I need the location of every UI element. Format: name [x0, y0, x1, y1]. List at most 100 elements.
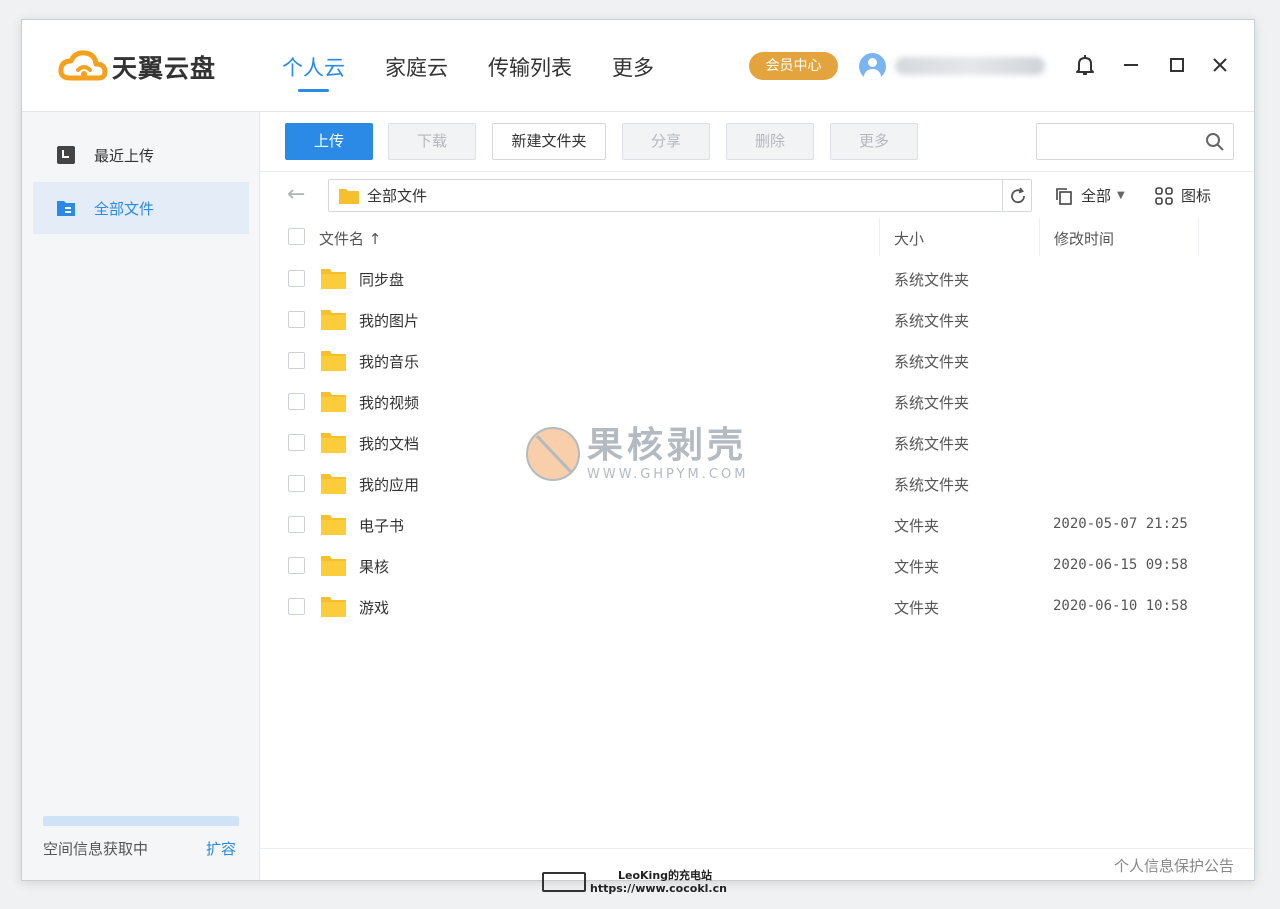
all-files-icon — [57, 201, 75, 216]
row-checkbox[interactable] — [288, 270, 305, 287]
watermark-logo-icon — [526, 427, 580, 481]
column-name-header[interactable]: 文件名 ↑ — [319, 228, 381, 249]
expand-storage-link[interactable]: 扩容 — [206, 838, 236, 859]
row-checkbox[interactable] — [288, 598, 305, 615]
folder-icon — [339, 188, 359, 204]
view-mode-toggle[interactable]: 图标 — [1155, 185, 1211, 206]
table-row[interactable]: 我的文档 系统文件夹 — [260, 422, 1254, 463]
select-all-checkbox[interactable] — [288, 228, 305, 245]
column-divider[interactable] — [879, 218, 880, 256]
file-type: 系统文件夹 — [894, 435, 970, 453]
row-checkbox[interactable] — [288, 311, 305, 328]
row-checkbox[interactable] — [288, 393, 305, 410]
table-row[interactable]: 游戏 文件夹 2020-06-10 10:58 — [260, 586, 1254, 627]
search-icon[interactable] — [1205, 132, 1225, 152]
file-name[interactable]: 同步盘 — [359, 269, 404, 290]
bell-icon[interactable] — [1070, 50, 1100, 80]
main-nav: 个人云 家庭云 传输列表 更多 — [282, 52, 694, 92]
grid-icon — [1155, 186, 1173, 205]
table-header: 文件名 ↑ 大小 修改时间 — [260, 218, 1254, 256]
file-name[interactable]: 我的应用 — [359, 474, 419, 495]
file-type: 文件夹 — [894, 599, 940, 617]
copy-icon — [1056, 187, 1072, 205]
file-name[interactable]: 我的图片 — [359, 310, 419, 331]
folder-icon — [321, 267, 346, 289]
new-folder-button[interactable]: 新建文件夹 — [492, 123, 606, 160]
refresh-icon[interactable] — [1002, 179, 1032, 212]
file-name[interactable]: 我的文档 — [359, 433, 419, 454]
watermark: 果核剥壳 WWW.GHPYM.COM — [525, 426, 748, 482]
folder-icon — [321, 554, 346, 576]
back-arrow-icon[interactable]: ← — [287, 182, 305, 207]
download-button[interactable]: 下载 — [388, 123, 476, 160]
table-row[interactable]: 电子书 文件夹 2020-05-07 21:25 — [260, 504, 1254, 545]
watermark-title: 果核剥壳 — [587, 424, 748, 466]
row-checkbox[interactable] — [288, 352, 305, 369]
delete-button[interactable]: 删除 — [726, 123, 814, 160]
file-type: 系统文件夹 — [894, 476, 970, 494]
column-modified-header[interactable]: 修改时间 — [1054, 228, 1114, 249]
folder-icon — [321, 595, 346, 617]
laptop-icon — [542, 872, 586, 892]
header: 天翼云盘 个人云 家庭云 传输列表 更多 会员中心 — [22, 20, 1254, 112]
file-modified-time: 2020-05-07 21:25 — [1053, 516, 1188, 532]
bottom-watermark-line1: LeoKing的充电站 — [618, 869, 713, 882]
file-modified-time: 2020-06-15 09:58 — [1053, 557, 1188, 573]
close-icon[interactable] — [1205, 50, 1235, 80]
file-name[interactable]: 果核 — [359, 556, 389, 577]
username-blurred[interactable] — [895, 57, 1045, 75]
file-type: 系统文件夹 — [894, 312, 970, 330]
table-row[interactable]: 我的视频 系统文件夹 — [260, 381, 1254, 422]
file-name[interactable]: 电子书 — [359, 515, 404, 536]
nav-personal-cloud[interactable]: 个人云 — [282, 52, 345, 92]
toolbar: 上传 下载 新建文件夹 分享 删除 更多 — [260, 112, 1254, 172]
table-row[interactable]: 果核 文件夹 2020-06-15 09:58 — [260, 545, 1254, 586]
folder-icon — [321, 513, 346, 535]
app-logo: 天翼云盘 — [58, 48, 216, 86]
nav-family-cloud[interactable]: 家庭云 — [385, 52, 448, 92]
row-checkbox[interactable] — [288, 557, 305, 574]
bottom-watermark: LeoKing的充电站 https://www.cocokl.cn — [542, 869, 727, 895]
maximize-icon[interactable] — [1162, 50, 1192, 80]
quota-status: 空间信息获取中 — [43, 840, 149, 858]
quota-bar — [43, 816, 239, 826]
share-button[interactable]: 分享 — [622, 123, 710, 160]
folder-icon — [321, 308, 346, 330]
search-input[interactable] — [1036, 123, 1234, 160]
breadcrumb[interactable]: 全部文件 — [328, 179, 1032, 212]
view-mode-label: 图标 — [1181, 187, 1212, 205]
sidebar-item-recent-upload[interactable]: 最近上传 — [33, 129, 249, 181]
filter-dropdown[interactable]: 全部 ▼ — [1055, 185, 1125, 206]
minimize-icon[interactable] — [1116, 50, 1146, 80]
upload-button[interactable]: 上传 — [285, 123, 373, 160]
table-row[interactable]: 我的音乐 系统文件夹 — [260, 340, 1254, 381]
table-row[interactable]: 同步盘 系统文件夹 — [260, 258, 1254, 299]
privacy-notice-link[interactable]: 个人信息保护公告 — [1114, 855, 1234, 876]
column-divider[interactable] — [1198, 218, 1199, 256]
app-name: 天翼云盘 — [112, 54, 217, 83]
more-button[interactable]: 更多 — [830, 123, 918, 160]
chevron-down-icon: ▼ — [1117, 190, 1125, 201]
row-checkbox[interactable] — [288, 475, 305, 492]
avatar[interactable] — [859, 53, 886, 80]
column-size-header[interactable]: 大小 — [894, 228, 924, 249]
breadcrumb-current: 全部文件 — [367, 187, 428, 205]
row-checkbox[interactable] — [288, 516, 305, 533]
nav-more[interactable]: 更多 — [612, 52, 654, 92]
folder-icon — [321, 431, 346, 453]
vip-center-button[interactable]: 会员中心 — [749, 52, 838, 80]
folder-icon — [321, 349, 346, 371]
file-name[interactable]: 我的视频 — [359, 392, 419, 413]
nav-transfer-list[interactable]: 传输列表 — [488, 52, 572, 92]
sidebar-item-all-files[interactable]: 全部文件 — [33, 182, 249, 234]
footer: 个人信息保护公告 — [260, 848, 1254, 880]
sidebar-item-label: 全部文件 — [94, 199, 155, 218]
table-row[interactable]: 我的应用 系统文件夹 — [260, 463, 1254, 504]
row-checkbox[interactable] — [288, 434, 305, 451]
file-name[interactable]: 游戏 — [359, 597, 389, 618]
column-divider[interactable] — [1039, 218, 1040, 256]
file-type: 文件夹 — [894, 517, 940, 535]
file-name[interactable]: 我的音乐 — [359, 351, 419, 372]
folder-icon — [321, 472, 346, 494]
table-row[interactable]: 我的图片 系统文件夹 — [260, 299, 1254, 340]
